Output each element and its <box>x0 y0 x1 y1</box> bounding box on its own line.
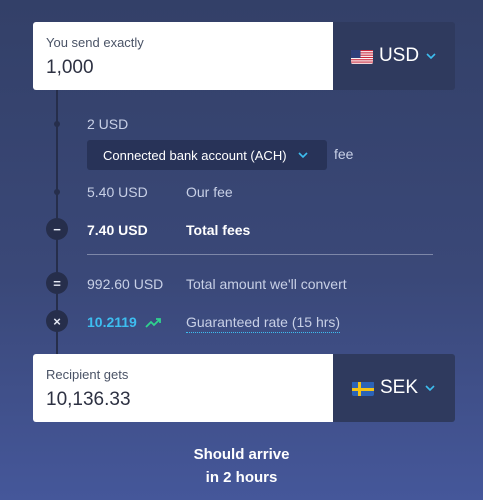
receive-currency-code: SEK <box>379 377 419 398</box>
receive-amount-input[interactable]: 10,136.33 <box>46 389 131 411</box>
convert-amount: 992.60 USD <box>87 276 164 292</box>
exchange-rate-value: 10.2119 <box>87 314 137 330</box>
send-amount-input[interactable]: 1,000 <box>46 57 94 79</box>
chevron-down-icon <box>426 53 436 60</box>
total-fees-label: Total fees <box>186 222 251 238</box>
receive-label: Recipient gets <box>46 367 129 382</box>
payment-method-dropdown[interactable]: Connected bank account (ACH) <box>87 140 327 170</box>
se-flag-icon <box>351 381 374 396</box>
arrival-line-2: in 2 hours <box>205 469 278 486</box>
chevron-down-icon <box>425 385 435 392</box>
send-label: You send exactly <box>46 35 144 50</box>
receive-amount-box[interactable]: Recipient gets 10,136.33 <box>33 354 333 422</box>
divider <box>87 254 433 255</box>
our-fee-amount: 5.40 USD <box>87 184 148 200</box>
guaranteed-rate-link[interactable]: Guaranteed rate (15 hrs) <box>186 314 341 333</box>
multiply-icon: × <box>46 310 68 332</box>
exchange-rate: 10.2119 <box>87 314 161 330</box>
total-fees-amount: 7.40 USD <box>87 222 148 238</box>
rail-dot <box>54 189 60 195</box>
convert-label: Total amount we'll convert <box>186 276 347 292</box>
chevron-down-icon <box>297 152 308 159</box>
ach-fee-suffix: fee <box>334 146 354 162</box>
send-currency-code: USD <box>378 45 420 66</box>
rail-dot <box>54 121 60 127</box>
receive-currency-selector[interactable]: SEK <box>333 354 455 422</box>
minus-icon: − <box>46 218 68 240</box>
arrival-line-1: Should arrive <box>193 446 290 463</box>
equals-icon: = <box>46 272 68 294</box>
our-fee-label: Our fee <box>186 184 233 200</box>
send-amount-box[interactable]: You send exactly 1,000 <box>33 22 333 90</box>
trend-up-icon <box>145 318 161 328</box>
us-flag-icon <box>350 49 373 64</box>
send-currency-selector[interactable]: USD <box>333 22 455 90</box>
ach-fee-amount: 2 USD <box>87 116 129 132</box>
payment-method-value: Connected bank account (ACH) <box>103 147 287 163</box>
